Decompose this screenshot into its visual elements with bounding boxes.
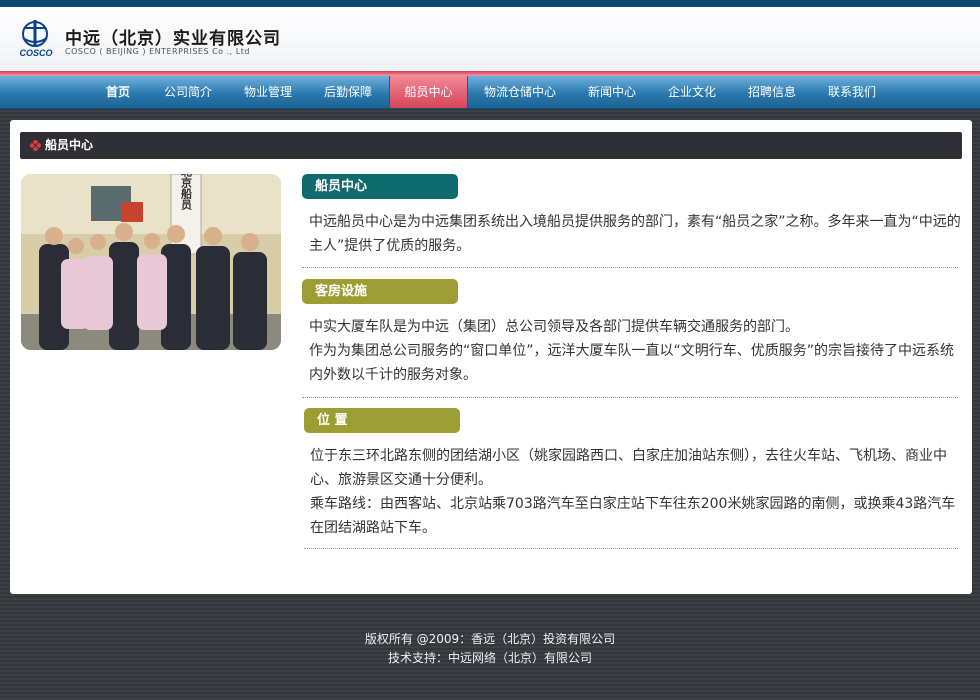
red-diamond-icon [30,140,41,151]
nav-item-home[interactable]: 首页 [97,76,139,108]
section-tag-rooms: 客房设施 [302,279,458,304]
section-text: 中远船员中心是为中远集团系统出入境船员提供服务的部门，素有“船员之家”之称。多年… [309,214,961,254]
nav-item-jobs[interactable]: 招聘信息 [742,76,802,108]
section-text: 作为为集团总公司服务的“窗口单位”，远洋大厦车队一直以“文明行车、优质服务”的宗… [309,343,955,383]
page-title: 船员中心 [45,138,94,152]
nav-item-culture[interactable]: 企业文化 [662,76,722,108]
section-tag-crew-center: 船员中心 [302,174,458,199]
section-divider [304,548,958,549]
nav-item-crew-center[interactable]: 船员中心 [389,76,468,108]
section-divider [302,397,958,398]
company-name-en: COSCO ( BEIJING ) ENTERPRISES Co ., Ltd [65,47,250,56]
cosco-logo-icon[interactable]: COSCO [13,20,59,58]
nav-item-about[interactable]: 公司简介 [158,76,218,108]
main-nav: 首页 公司简介 物业管理 后勤保障 船员中心 物流仓储中心 新闻中心 企业文化 … [0,76,980,109]
section-text: 乘车路线：由西客站、北京站乘703路汽车至白家庄站下车往东200米姚家园路的南侧… [310,496,956,536]
svg-text:北京船员: 北京船员 [180,174,193,211]
top-stripe [0,0,980,7]
section-divider [302,267,958,268]
company-name-cn: 中远（北京）实业有限公司 [65,29,281,49]
section-tag-location: 位 置 [304,408,460,433]
nav-item-contact[interactable]: 联系我们 [822,76,882,108]
nav-item-logistics-support[interactable]: 后勤保障 [318,76,378,108]
section-text: 中实大厦车队是为中远（集团）总公司领导及各部门提供车辆交通服务的部门。 [309,319,799,335]
footer-support: 技术支持：中远网络（北京）有限公司 [387,651,592,665]
section-text: 位于东三环北路东侧的团结湖小区（姚家园路西口、白家庄加油站东侧），去往火车站、飞… [310,448,947,488]
svg-text:COSCO: COSCO [19,48,52,58]
site-header: COSCO 中远（北京）实业有限公司 COSCO ( BEIJING ) ENT… [0,7,980,71]
nav-item-news[interactable]: 新闻中心 [582,76,642,108]
content-panel: 船员中心 北京船员 船员中心 中远船员中心是为中远集团系统出入境船员提供服务的部… [10,120,972,594]
crew-group-photo: 北京船员 [21,174,281,350]
nav-item-property[interactable]: 物业管理 [238,76,298,108]
nav-item-warehouse[interactable]: 物流仓储中心 [478,76,562,108]
footer-copyright: 版权所有 @2009：香远（北京）投资有限公司 [364,632,616,646]
page-title-bar: 船员中心 [20,132,962,159]
